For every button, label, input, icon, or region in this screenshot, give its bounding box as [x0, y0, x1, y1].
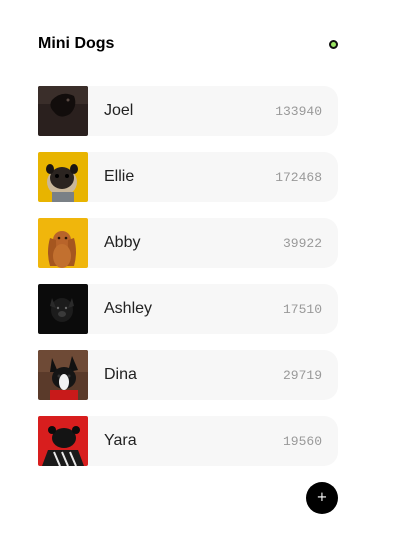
app: Mini Dogs Joel 133940 Ellie 172468 Abby … — [0, 0, 400, 558]
dog-list: Joel 133940 Ellie 172468 Abby 39922 Ashl… — [38, 86, 338, 482]
dog-photo-abby — [38, 218, 88, 268]
dog-count: 39922 — [282, 236, 322, 251]
add-dog-button[interactable]: + — [306, 482, 338, 514]
list-item[interactable]: Dina 29719 — [38, 350, 338, 400]
avatar — [38, 218, 88, 268]
list-item[interactable]: Ellie 172468 — [38, 152, 338, 202]
avatar — [38, 86, 88, 136]
dog-name: Ellie — [104, 168, 135, 185]
dog-photo-joel — [38, 86, 88, 136]
dog-name: Dina — [104, 366, 137, 383]
avatar — [38, 416, 88, 466]
page-title: Mini Dogs — [38, 35, 115, 52]
dog-photo-yara — [38, 416, 88, 466]
avatar — [38, 152, 88, 202]
list-item[interactable]: Yara 19560 — [38, 416, 338, 466]
dog-name: Abby — [104, 234, 141, 251]
dog-name: Joel — [104, 102, 134, 119]
list-item[interactable]: Abby 39922 — [38, 218, 338, 268]
list-item[interactable]: Ashley 17510 — [38, 284, 338, 334]
avatar — [38, 284, 88, 334]
dog-name: Ashley — [104, 300, 153, 317]
plus-icon: + — [316, 490, 328, 505]
dog-count: 29719 — [282, 368, 322, 383]
dog-name: Yara — [104, 432, 137, 449]
dog-count: 172468 — [275, 170, 322, 185]
dog-photo-dina — [38, 350, 88, 400]
status-dot-icon — [329, 40, 338, 49]
dog-count: 17510 — [282, 302, 322, 317]
dog-count: 133940 — [275, 104, 322, 119]
dog-photo-ellie — [38, 152, 88, 202]
list-item[interactable]: Joel 133940 — [38, 86, 338, 136]
dog-count: 19560 — [282, 434, 322, 449]
dog-photo-ashley — [38, 284, 88, 334]
header: Mini Dogs — [38, 34, 338, 56]
avatar — [38, 350, 88, 400]
